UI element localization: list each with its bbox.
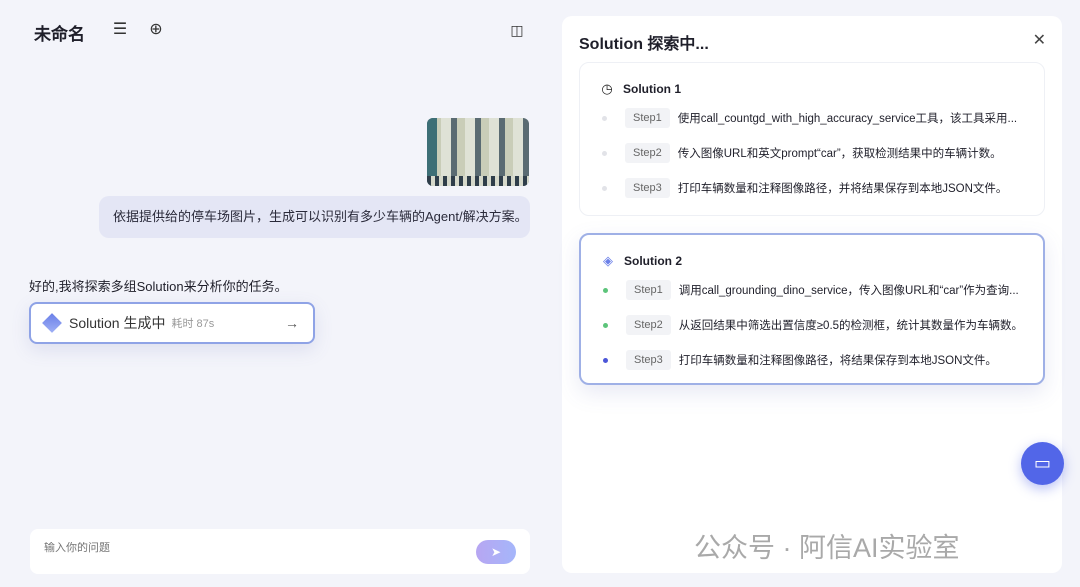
chat-icon: ▭ [1033,453,1051,473]
question-input[interactable] [44,542,464,554]
step-item: Step3 打印车辆数量和注释图像路径，将结果保存到本地JSON文件。 [601,350,997,370]
step-item: Step2 传入图像URL和英文prompt“car”，获取检测结果中的车辆计数。 [600,143,1002,163]
parking-lot-image[interactable] [427,118,529,186]
elapsed-time: 耗时 87s [171,318,215,330]
cube-icon: ◈ [603,253,613,268]
panel-title: Solution 探索中... [579,36,709,53]
solution-icon [42,313,62,333]
solution-panel: Solution 探索中... ✕ ◷ Solution 1 Step1 使用call… [562,16,1062,573]
solution-progress-button[interactable]: Solution 生成中 耗时 87s → [29,302,315,344]
step-status-dot [602,150,607,156]
step-item: Step2 从返回结果中筛选出置信度≥0.5的检测框，统计其数量作为车辆数。 [601,315,1023,335]
step-tag: Step2 [626,315,671,335]
send-button[interactable]: ➤ [476,540,516,564]
solution-card[interactable]: ◈ Solution 2 Step1 调用call_grounding_dino_se… [579,233,1045,385]
step-status-dot [603,322,608,328]
chat-area: 未命名 ☰ ⊕ ◫ 依据提供给的停车场图片，生成可以识别有多少车辆的Agent/… [0,0,560,587]
clock-icon: ◷ [601,81,613,96]
step-tag: Step1 [625,108,670,128]
arrow-right-icon: → [285,315,299,331]
step-text: 传入图像URL和英文prompt“car”，获取检测结果中的车辆计数。 [677,148,1002,160]
assistant-message: 好的,我将探索多组Solution来分析你的任务。 [29,279,288,294]
send-icon: ➤ [490,545,502,559]
step-tag: Step2 [625,143,670,163]
step-item: Step1 使用call_countgd_with_high_accuracy_s… [600,108,1017,128]
step-status-dot [603,357,608,363]
step-tag: Step3 [625,178,670,198]
user-message: 依据提供给的停车场图片，生成可以识别有多少车辆的Agent/解决方案。 [99,196,530,238]
step-status-dot [603,287,608,293]
menu-icon[interactable]: ☰ [110,20,130,40]
add-circle-icon[interactable]: ⊕ [146,20,166,40]
step-text: 打印车辆数量和注释图像路径，并将结果保存到本地JSON文件。 [677,183,1008,195]
step-status-dot [602,115,607,121]
step-text: 使用call_countgd_with_high_accuracy_servic… [677,113,1018,125]
close-icon[interactable]: ✕ [1033,30,1046,50]
solution-label: Solution 生成中 [69,315,166,331]
solution-card[interactable]: ◷ Solution 1 Step1 使用call_countgd_with_high… [579,62,1045,216]
step-text: 打印车辆数量和注释图像路径，将结果保存到本地JSON文件。 [678,355,997,367]
chat-support-button[interactable]: ▭ [1021,442,1064,485]
conversation-title: 未命名 [34,25,85,44]
watermark: 公众号 · 阿信AI实验室 [694,533,960,563]
step-status-dot [602,185,607,191]
step-text: 调用call_grounding_dino_service，传入图像URL和“c… [678,285,1019,297]
sidebar-toggle-icon[interactable]: ◫ [507,20,527,40]
step-text: 从返回结果中筛选出置信度≥0.5的检测框，统计其数量作为车辆数。 [678,320,1024,332]
step-tag: Step3 [626,350,671,370]
step-item: Step1 调用call_grounding_dino_service，传入图像U… [601,280,1019,300]
solution-title: Solution 2 [624,254,682,268]
solution-header: ◷ Solution 1 [600,81,681,97]
step-item: Step3 打印车辆数量和注释图像路径，并将结果保存到本地JSON文件。 [600,178,1007,198]
solution-header: ◈ Solution 2 [601,253,682,269]
step-tag: Step1 [626,280,671,300]
solution-title: Solution 1 [623,82,681,96]
question-input-box: ➤ [30,529,530,574]
